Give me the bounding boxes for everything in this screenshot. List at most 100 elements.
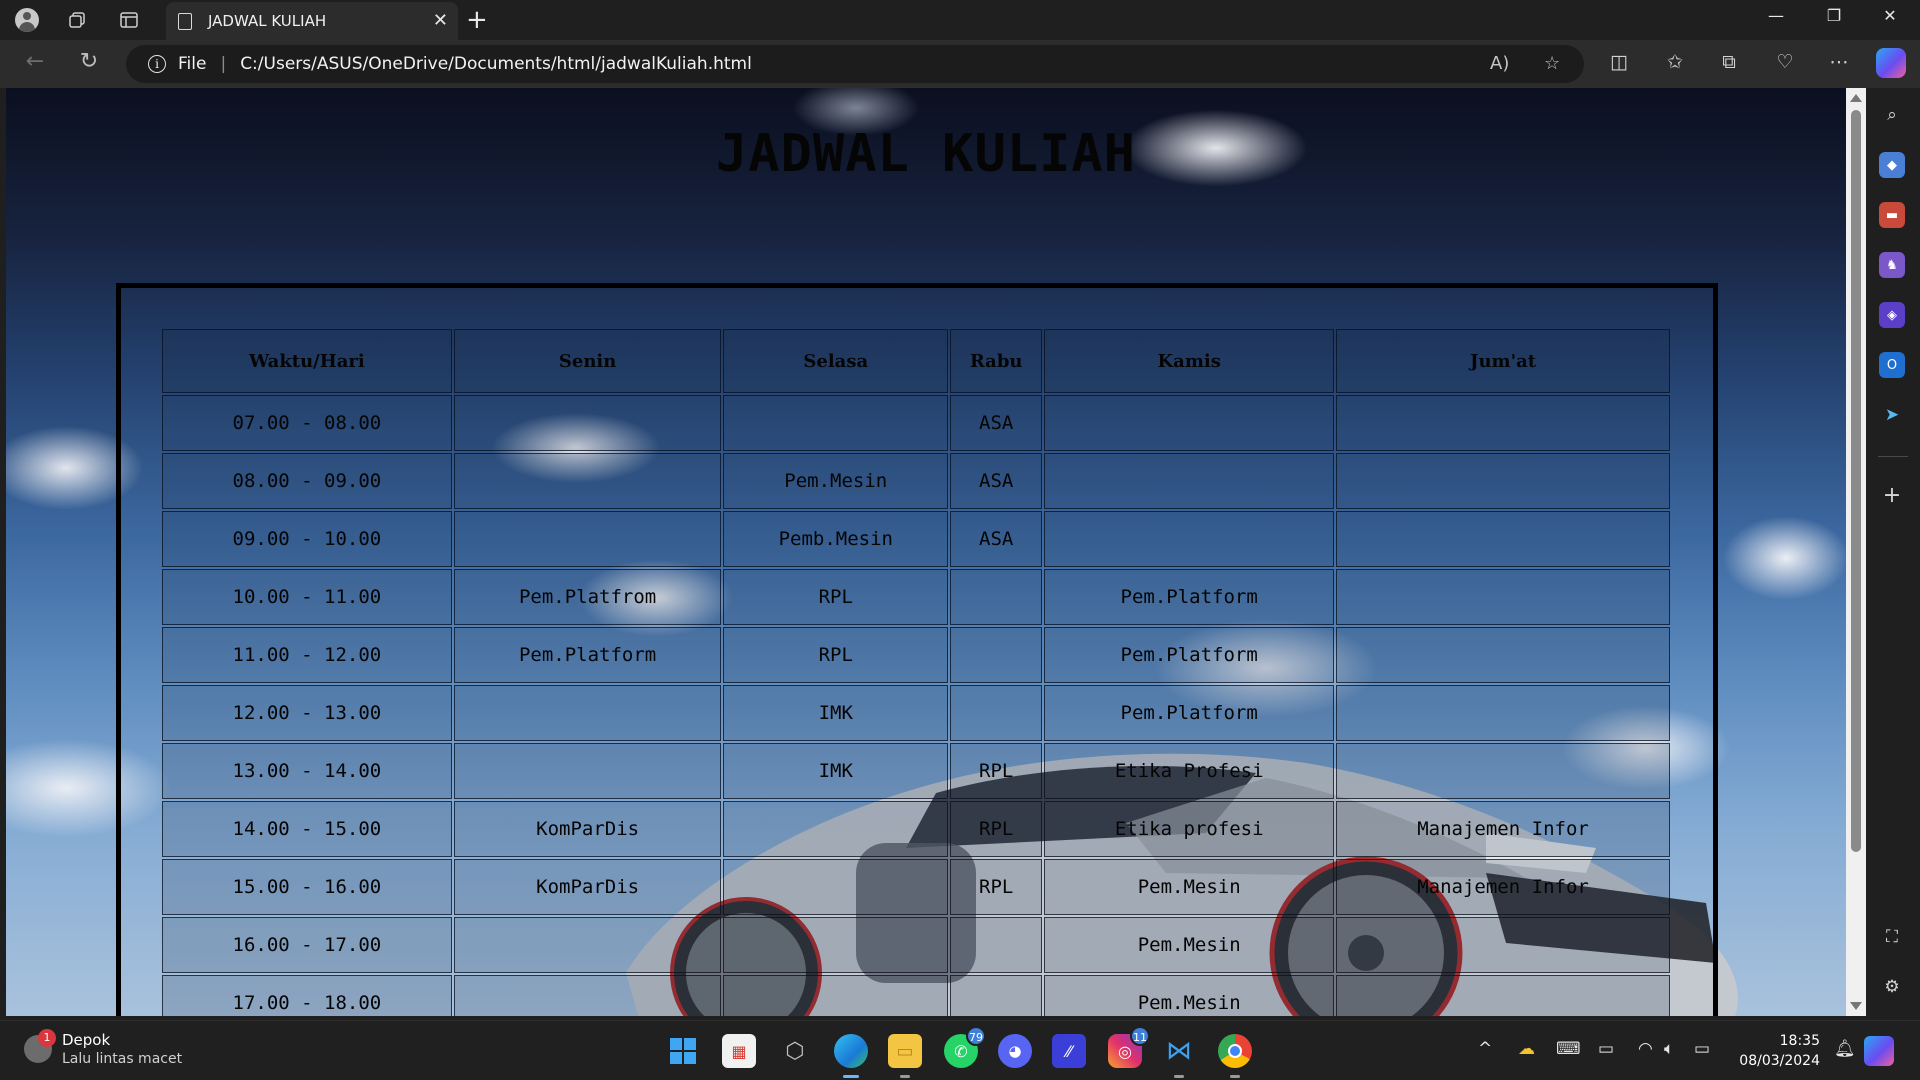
favorite-star-icon[interactable]: ☆ (1544, 53, 1560, 74)
table-cell (950, 569, 1043, 625)
edge-browser-icon[interactable] (834, 1034, 868, 1078)
table-cell (453, 917, 722, 973)
split-screen-icon[interactable]: ◫ (1604, 51, 1634, 73)
table-cell (723, 395, 949, 451)
shopping-tag-icon[interactable]: ◆ (1879, 152, 1905, 178)
notes-app-icon[interactable]: ⁄⁄ (1052, 1034, 1086, 1068)
table-header-row: Waktu/Hari Senin Selasa Rabu Kamis Jum'a… (162, 329, 1670, 393)
battery-icon[interactable]: ▭ (1694, 1039, 1710, 1059)
table-cell (1336, 627, 1670, 683)
scroll-up-arrow-icon[interactable] (1850, 94, 1862, 102)
table-cell (453, 511, 722, 567)
games-icon[interactable]: ♞ (1879, 252, 1905, 278)
profile-avatar-icon[interactable] (12, 6, 42, 34)
table-cell: Pem.Platform (453, 627, 722, 683)
discord-icon[interactable]: ◕ (998, 1034, 1032, 1068)
clock-time: 18:35 (1779, 1033, 1820, 1049)
table-row: 13.00 - 14.00 IMK RPL Etika Profesi (162, 743, 1670, 799)
back-arrow-icon[interactable]: ← (18, 49, 52, 74)
weather-location: Depok (62, 1031, 111, 1049)
table-cell: Pem.Mesin (1044, 917, 1335, 973)
page-scrollbar[interactable] (1846, 88, 1866, 1016)
table-cell: Manajemen Infor (1336, 801, 1670, 857)
refresh-icon[interactable]: ↻ (72, 49, 106, 74)
table-cell: Etika Profesi (1044, 743, 1335, 799)
table-cell: Pem.Platform (1044, 569, 1335, 625)
clock-date: 08/03/2024 (1739, 1053, 1820, 1069)
copilot-icon[interactable] (1876, 48, 1906, 78)
table-cell: Pem.Platfrom (453, 569, 722, 625)
file-explorer-icon[interactable]: ▭ (888, 1034, 922, 1078)
microsoft-store-icon[interactable]: ▦ (722, 1034, 756, 1068)
outlook-icon[interactable]: O (1879, 352, 1905, 378)
header-selasa: Selasa (723, 329, 949, 393)
screenshot-icon[interactable]: ⛶ (1879, 924, 1905, 950)
table-row: 07.00 - 08.00 ASA (162, 395, 1670, 451)
more-menu-icon[interactable]: ⋯ (1824, 51, 1854, 73)
table-cell (723, 801, 949, 857)
wifi-icon[interactable]: ◠ (1638, 1039, 1653, 1059)
tab-jadwal-kuliah[interactable]: JADWAL KULIAH ✕ (166, 2, 458, 40)
address-bar[interactable]: i File | C:/Users/ASUS/OneDrive/Document… (126, 45, 1584, 83)
info-icon[interactable]: i (148, 55, 166, 73)
chrome-icon[interactable] (1218, 1034, 1252, 1078)
add-sidebar-app-icon[interactable]: + (1879, 482, 1905, 508)
volume-icon[interactable]: 🔈︎ (1664, 1039, 1674, 1059)
table-cell: RPL (950, 743, 1043, 799)
app-hexagon-icon[interactable]: ⬡ (778, 1034, 812, 1068)
address-url[interactable]: C:/Users/ASUS/OneDrive/Documents/html/ja… (240, 54, 752, 74)
weather-widget[interactable]: 1 Depok Lalu lintas macet (24, 1029, 182, 1067)
read-aloud-icon[interactable]: A) (1490, 53, 1509, 74)
copilot-taskbar-icon[interactable] (1864, 1036, 1894, 1066)
instagram-icon[interactable]: ◎ 11 (1108, 1026, 1150, 1068)
scroll-down-arrow-icon[interactable] (1850, 1002, 1862, 1010)
table-row: 12.00 - 13.00 IMK Pem.Platform (162, 685, 1670, 741)
vertical-tabs-icon[interactable] (114, 6, 144, 34)
restore-icon[interactable]: ❐ (1814, 6, 1854, 25)
notifications-bell-icon[interactable]: 🔔︎ (1834, 1039, 1856, 1059)
system-clock[interactable]: 18:35 08/03/2024 (1730, 1031, 1820, 1071)
edge-sidebar: ⌕ ◆ ▬ ♞ ◈ O ➤ + ⛶ ⚙ (1866, 88, 1920, 1020)
microsoft-365-icon[interactable]: ◈ (1879, 302, 1905, 328)
table-cell: 15.00 - 16.00 (162, 859, 452, 915)
table-cell: 16.00 - 17.00 (162, 917, 452, 973)
table-cell: 08.00 - 09.00 (162, 453, 452, 509)
sidebar-settings-icon[interactable]: ⚙ (1879, 974, 1905, 1000)
header-kamis: Kamis (1044, 329, 1335, 393)
page-icon (178, 12, 192, 30)
onedrive-warning-icon[interactable]: ☁ (1518, 1039, 1535, 1059)
whatsapp-icon[interactable]: ✆ 79 (944, 1026, 986, 1068)
whatsapp-badge: 79 (966, 1026, 986, 1046)
start-button[interactable] (666, 1034, 700, 1068)
display-icon[interactable]: ▭ (1598, 1039, 1614, 1059)
search-icon[interactable]: ⌕ (1879, 102, 1905, 128)
table-cell (1044, 395, 1335, 451)
close-tab-icon[interactable]: ✕ (433, 10, 448, 31)
show-hidden-icons-icon[interactable]: ^ (1478, 1039, 1492, 1059)
workspaces-icon[interactable] (62, 6, 92, 34)
keyboard-icon[interactable]: ⌨ (1556, 1039, 1581, 1059)
header-rabu: Rabu (950, 329, 1043, 393)
minimize-icon[interactable]: — (1756, 6, 1796, 25)
table-cell (950, 627, 1043, 683)
collections-icon[interactable]: ⧉ (1714, 51, 1744, 73)
table-cell: 17.00 - 18.00 (162, 975, 452, 1016)
drop-icon[interactable]: ➤ (1879, 402, 1905, 428)
new-tab-icon[interactable]: + (466, 5, 488, 35)
tools-briefcase-icon[interactable]: ▬ (1879, 202, 1905, 228)
table-cell (1336, 975, 1670, 1016)
table-cell (1336, 511, 1670, 567)
browser-essentials-icon[interactable]: ♡ (1770, 51, 1800, 73)
table-cell: 09.00 - 10.00 (162, 511, 452, 567)
scrollbar-thumb[interactable] (1851, 110, 1861, 852)
vscode-icon[interactable]: ⋈ (1162, 1034, 1196, 1078)
table-cell (1336, 685, 1670, 741)
browser-titlebar: JADWAL KULIAH ✕ + — ❐ ✕ (0, 0, 1920, 40)
table-cell (1336, 453, 1670, 509)
header-jumat: Jum'at (1336, 329, 1670, 393)
table-cell: ASA (950, 395, 1043, 451)
table-cell: Pem.Platform (1044, 685, 1335, 741)
close-window-icon[interactable]: ✕ (1870, 6, 1910, 25)
favorites-icon[interactable]: ✩ (1660, 51, 1690, 73)
table-row: 14.00 - 15.00 KomParDis RPL Etika profes… (162, 801, 1670, 857)
